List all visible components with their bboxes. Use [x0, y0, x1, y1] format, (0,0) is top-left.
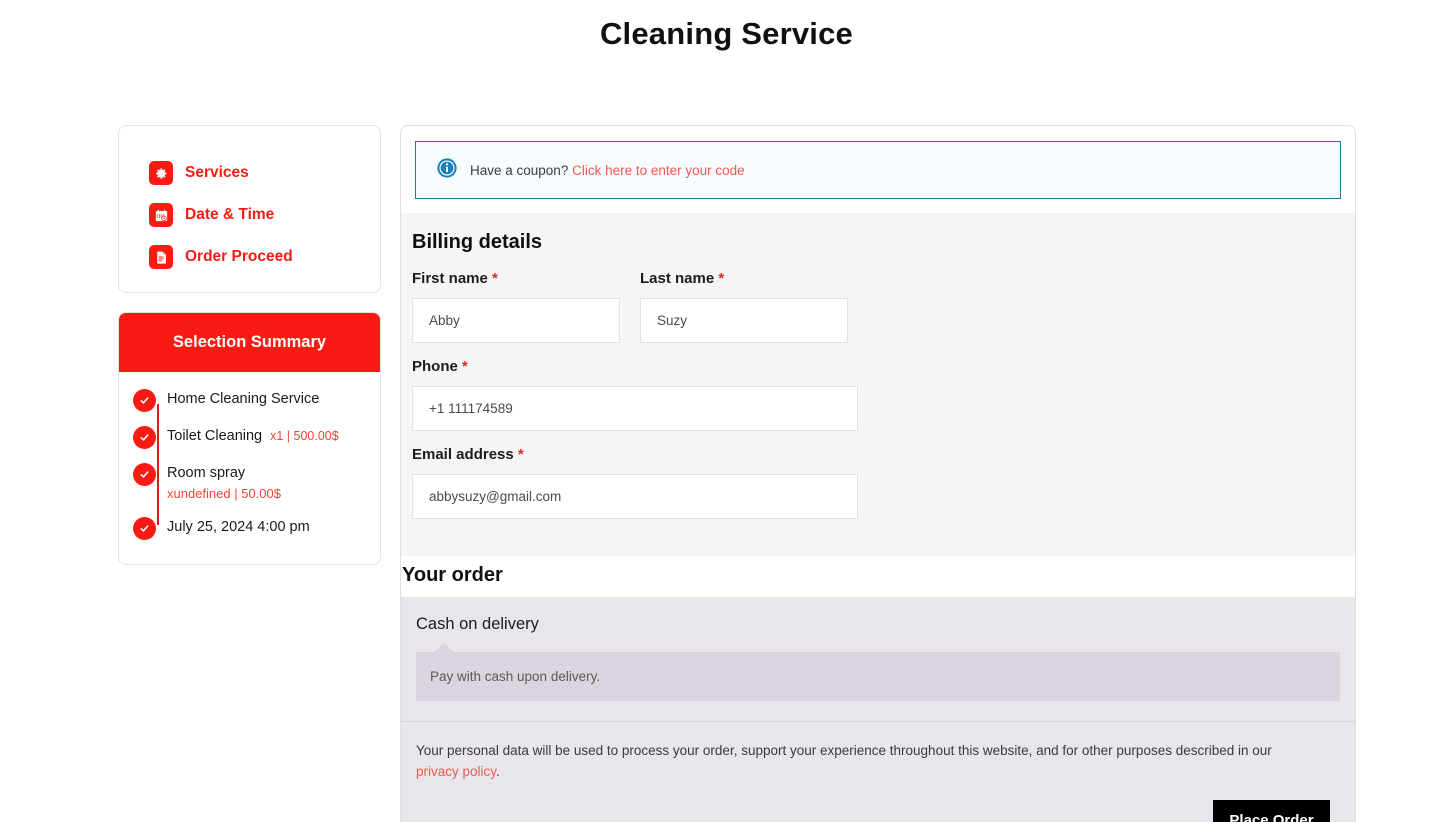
payment-method-label[interactable]: Cash on delivery: [416, 615, 1340, 634]
sidebar-item-services[interactable]: Services: [119, 152, 380, 194]
step-nav-list: Services Date & Time Order Proceed: [119, 126, 380, 278]
email-label: Email address *: [412, 446, 1355, 463]
coupon-prefix: Have a coupon?: [470, 162, 569, 178]
last-name-label: Last name *: [640, 270, 848, 287]
phone-input[interactable]: +1 111174589: [412, 386, 858, 431]
label-text: Email address: [412, 446, 514, 463]
required-marker: *: [462, 358, 468, 375]
label-text: Phone: [412, 358, 458, 375]
privacy-statement: Your personal data will be used to proce…: [416, 743, 1272, 758]
list-item: Home Cleaning Service: [133, 388, 366, 412]
sidebar-item-label: Services: [185, 164, 249, 181]
document-icon: [149, 245, 173, 269]
label-text: First name: [412, 270, 488, 287]
list-item-meta: x1 | 500.00$: [270, 429, 339, 443]
check-circle-icon: [133, 517, 156, 540]
coupon-text: Have a coupon? Click here to enter your …: [470, 163, 745, 178]
page-title: Cleaning Service: [599, 16, 854, 51]
selection-summary-heading: Selection Summary: [119, 313, 380, 372]
payment-method-description: Pay with cash upon delivery.: [416, 643, 1340, 701]
list-item-meta: xundefined | 50.00$: [167, 486, 281, 501]
info-icon: [436, 157, 458, 184]
label-text: Last name: [640, 270, 715, 287]
privacy-section: Your personal data will be used to proce…: [401, 721, 1355, 822]
step-nav-card: Services Date & Time Order Proceed: [118, 125, 381, 293]
sidebar-item-label: Date & Time: [185, 206, 275, 223]
selection-summary-list: Home Cleaning Service Toilet Cleaning x1 …: [119, 372, 380, 540]
list-item: Toilet Cleaning x1 | 500.00$: [133, 425, 366, 449]
page-layout: Services Date & Time Order Proceed Selec…: [0, 54, 1453, 822]
required-marker: *: [718, 270, 725, 287]
first-name-input[interactable]: Abby: [412, 298, 620, 343]
gear-icon: [149, 161, 173, 185]
selection-summary-card: Selection Summary Home Cleaning Service …: [118, 312, 381, 565]
last-name-input[interactable]: Suzy: [640, 298, 848, 343]
name-field-row: First name * Abby Last name * Suzy: [412, 270, 1355, 358]
required-marker: *: [517, 446, 524, 463]
sidebar-item-label: Order Proceed: [185, 248, 293, 265]
sidebar-item-order-proceed[interactable]: Order Proceed: [119, 236, 380, 278]
check-circle-icon: [133, 389, 156, 412]
billing-details-section: Billing details First name * Abby Last n…: [401, 213, 1355, 556]
calendar-icon: [149, 203, 173, 227]
email-field-group: Email address * abbysuzy@gmail.com: [412, 446, 1355, 519]
phone-label: Phone *: [412, 358, 1355, 375]
list-item-text: Toilet Cleaning x1 | 500.00$: [167, 425, 339, 446]
check-circle-icon: [133, 463, 156, 486]
privacy-text: Your personal data will be used to proce…: [416, 740, 1316, 782]
list-item-text: Home Cleaning Service: [167, 388, 319, 409]
privacy-policy-link[interactable]: privacy policy: [416, 764, 496, 779]
list-item-text: July 25, 2024 4:00 pm: [167, 516, 310, 537]
first-name-field-group: First name * Abby: [412, 270, 620, 343]
required-marker: *: [492, 270, 498, 287]
last-name-field-group: Last name * Suzy: [640, 270, 848, 343]
list-item: Room spray xundefined | 50.00$: [133, 462, 366, 503]
sidebar-item-date-time[interactable]: Date & Time: [119, 194, 380, 236]
check-circle-icon: [133, 426, 156, 449]
phone-field-group: Phone * +1 111174589: [412, 358, 1355, 431]
coupon-notice[interactable]: Have a coupon? Click here to enter your …: [415, 141, 1341, 199]
list-item: July 25, 2024 4:00 pm: [133, 516, 366, 540]
your-order-heading: Your order: [402, 564, 503, 586]
coupon-link[interactable]: Click here to enter your code: [572, 163, 745, 178]
payment-method-section: Cash on delivery Pay with cash upon deli…: [401, 597, 1355, 721]
place-order-row: Place Order: [416, 800, 1340, 822]
email-input[interactable]: abbysuzy@gmail.com: [412, 474, 858, 519]
first-name-label: First name *: [412, 270, 620, 287]
list-item-title: Room spray: [167, 465, 246, 481]
list-item-text: Room spray xundefined | 50.00$: [167, 462, 281, 503]
place-order-button[interactable]: Place Order: [1213, 800, 1330, 822]
list-item-title: Home Cleaning Service: [167, 391, 320, 407]
checkout-card: Have a coupon? Click here to enter your …: [400, 125, 1356, 822]
billing-heading: Billing details: [412, 231, 543, 253]
list-item-title: Toilet Cleaning: [167, 428, 263, 444]
your-order-section: Your order: [401, 556, 1355, 597]
privacy-period: .: [496, 764, 500, 779]
list-item-title: July 25, 2024 4:00 pm: [167, 519, 310, 535]
